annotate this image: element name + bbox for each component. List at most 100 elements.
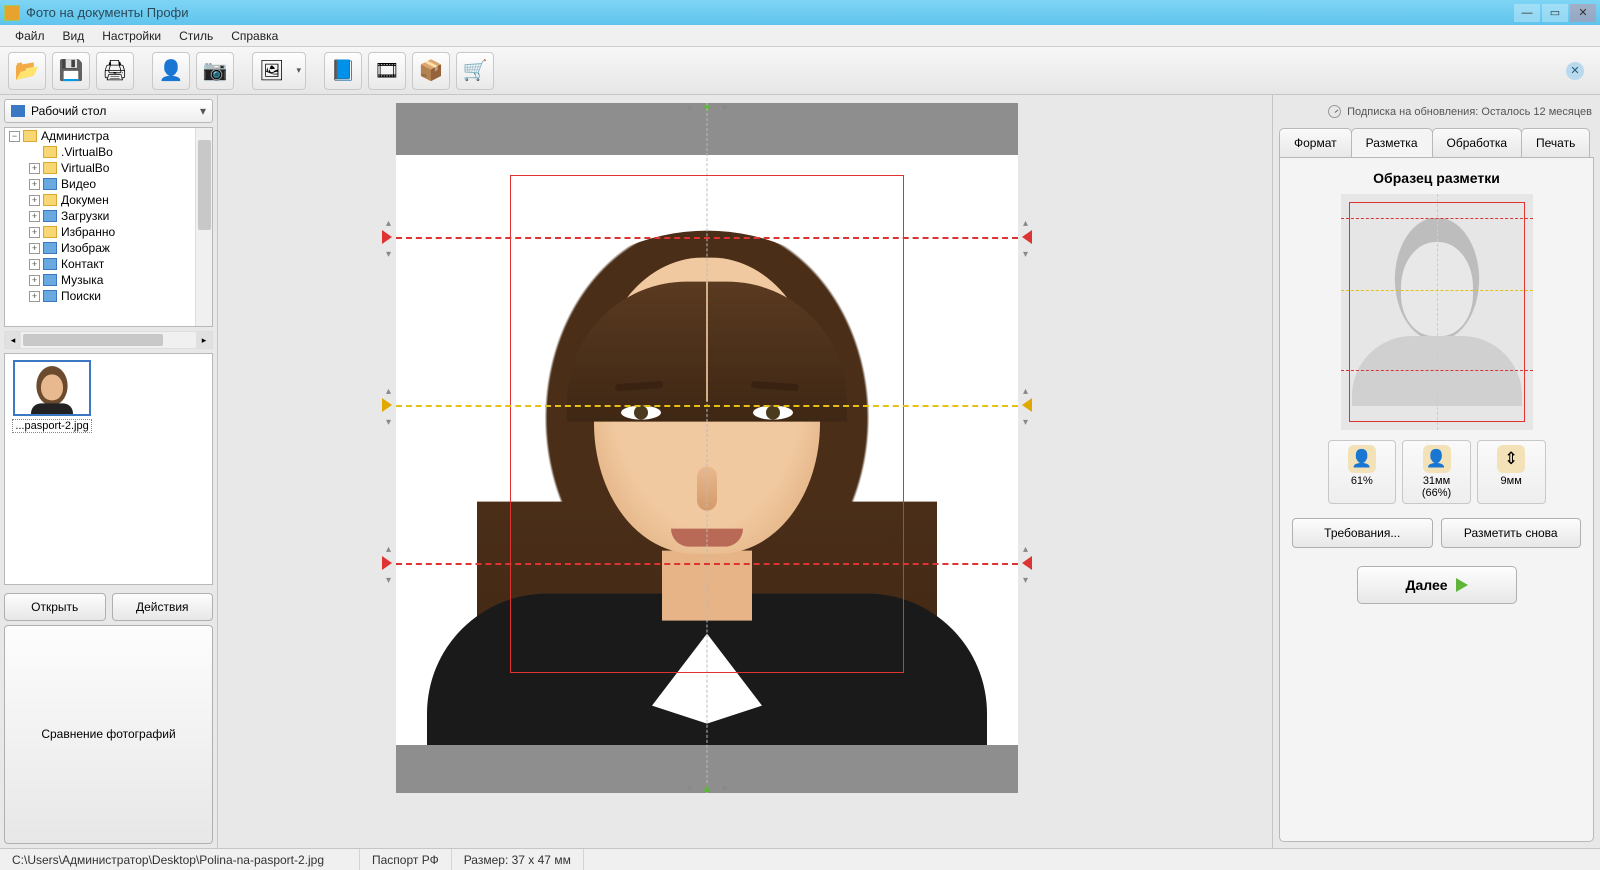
ruler-icon: 👤 (1423, 445, 1451, 473)
chevron-down-icon: ▾ (200, 104, 206, 118)
tree-item[interactable]: +VirtualBo (29, 160, 212, 176)
scrollbar-thumb[interactable] (198, 140, 211, 230)
right-marker-chin[interactable] (1022, 556, 1032, 570)
actions-button[interactable]: Действия (112, 593, 214, 621)
open-file-button[interactable]: Открыть (4, 593, 106, 621)
hscroll-thumb[interactable] (23, 334, 163, 346)
scroll-right-icon[interactable]: ▸ (196, 332, 212, 348)
chin-guide[interactable] (396, 563, 1018, 565)
expand-icon[interactable] (29, 147, 40, 158)
status-path: C:\Users\Администратор\Desktop\Polina-na… (0, 849, 360, 870)
remark-button[interactable]: Разметить снова (1441, 518, 1582, 548)
maximize-button[interactable]: ▭ (1542, 4, 1568, 22)
folder-tree[interactable]: −Администра .VirtualBo+VirtualBo+Видео+Д… (4, 127, 213, 327)
expand-icon[interactable]: + (29, 243, 40, 254)
tree-item-label: Изображ (61, 241, 110, 255)
tree-item[interactable]: + Контакт (29, 256, 212, 272)
photo-canvas[interactable]: ◂ ▼ ▸ (396, 103, 1018, 793)
expand-icon[interactable]: + (29, 227, 40, 238)
tree-item[interactable]: +Видео (29, 176, 212, 192)
app-icon (4, 5, 20, 21)
left-panel: Рабочий стол ▾ −Администра .VirtualBo+Vi… (0, 95, 218, 848)
center-panel: ◂ ▼ ▸ (218, 95, 1272, 848)
help-button[interactable]: 📘 (324, 52, 362, 90)
tree-scrollbar[interactable] (195, 128, 212, 326)
scroll-left-icon[interactable]: ◂ (5, 332, 21, 348)
menu-file[interactable]: Файл (6, 27, 54, 45)
head-icon: 👤 (1348, 445, 1376, 473)
requirements-button[interactable]: Требования... (1292, 518, 1433, 548)
eye-line-guide[interactable] (396, 405, 1018, 407)
tree-item[interactable]: +Избранно (29, 224, 212, 240)
folder-icon (43, 274, 57, 286)
chevron-down-icon: ▾ (296, 65, 301, 76)
location-select[interactable]: Рабочий стол ▾ (4, 99, 213, 123)
metric-head-size[interactable]: 👤31мм (66%) (1402, 440, 1471, 504)
expand-icon[interactable]: + (29, 179, 40, 190)
tree-root[interactable]: Администра (41, 129, 109, 143)
metric-head-ratio[interactable]: 👤61% (1328, 440, 1397, 504)
camera-button[interactable]: 📷 (196, 52, 234, 90)
gallery-dropdown[interactable]: 🖼▾ (252, 52, 306, 90)
thumbnail-image[interactable] (13, 360, 91, 416)
updates-button[interactable]: 📦 (412, 52, 450, 90)
tutorial-button[interactable]: 🎞 (368, 52, 406, 90)
menu-view[interactable]: Вид (54, 27, 94, 45)
close-button[interactable]: ✕ (1570, 4, 1596, 22)
tree-item[interactable]: + Поиски (29, 288, 212, 304)
expand-icon[interactable]: + (29, 291, 40, 302)
tree-hscrollbar[interactable]: ◂ ▸ (4, 331, 213, 349)
menu-help[interactable]: Справка (222, 27, 287, 45)
expand-icon[interactable]: + (29, 259, 40, 270)
film-icon: 🎞 (374, 58, 399, 83)
menu-style[interactable]: Стиль (170, 27, 222, 45)
thumbnail-item[interactable]: ...pasport-2.jpg (11, 360, 93, 433)
print-button[interactable]: 🖨 (96, 52, 134, 90)
tab-processing[interactable]: Обработка (1432, 128, 1523, 157)
right-marker-eye[interactable] (1022, 398, 1032, 412)
folder-icon (43, 146, 57, 158)
tree-item[interactable]: + Загрузки (29, 208, 212, 224)
next-button[interactable]: Далее (1357, 566, 1517, 604)
open-button[interactable]: 📂 (8, 52, 46, 90)
expand-icon[interactable]: + (29, 275, 40, 286)
profile-button[interactable]: 👤 (152, 52, 190, 90)
metric-top-gap[interactable]: ⇕9мм (1477, 440, 1546, 504)
expand-icon[interactable]: + (29, 195, 40, 206)
tree-item-label: Докумен (61, 193, 109, 207)
tree-item-label: Загрузки (61, 209, 109, 223)
tab-markup[interactable]: Разметка (1351, 128, 1433, 157)
tree-item[interactable]: .VirtualBo (29, 144, 212, 160)
tree-item[interactable]: + Докумен (29, 192, 212, 208)
app-title: Фото на документы Профи (26, 5, 1512, 20)
tab-format[interactable]: Формат (1279, 128, 1352, 157)
open-folder-icon: 📂 (15, 58, 40, 83)
tabs: Формат Разметка Обработка Печать (1279, 128, 1594, 157)
right-marker-top[interactable] (1022, 230, 1032, 244)
left-marker-eye[interactable] (382, 398, 392, 412)
dismiss-hint-button[interactable]: ✕ (1566, 62, 1584, 80)
tree-item[interactable]: +Музыка (29, 272, 212, 288)
head-top-guide[interactable] (396, 237, 1018, 239)
camera-icon: 📷 (203, 58, 228, 83)
left-marker-chin[interactable] (382, 556, 392, 570)
compare-photos-button[interactable]: Сравнение фотографий (4, 625, 213, 845)
bottom-handle[interactable]: ◂ ▲ ▸ (700, 781, 714, 795)
minimize-button[interactable]: — (1514, 4, 1540, 22)
tree-item-label: Контакт (61, 257, 104, 271)
left-marker-top[interactable] (382, 230, 392, 244)
next-label: Далее (1405, 577, 1447, 593)
markup-sample (1341, 194, 1533, 430)
menu-settings[interactable]: Настройки (93, 27, 170, 45)
save-button[interactable]: 💾 (52, 52, 90, 90)
metrics: 👤61% 👤31мм (66%) ⇕9мм (1328, 440, 1546, 504)
tree-item-label: Поиски (61, 289, 101, 303)
crop-rectangle[interactable] (510, 175, 904, 673)
expand-icon[interactable]: + (29, 163, 40, 174)
help-book-icon: 📘 (331, 58, 356, 83)
tab-print[interactable]: Печать (1521, 128, 1590, 157)
expand-icon[interactable]: + (29, 211, 40, 222)
status-size: Размер: 37 x 47 мм (452, 849, 584, 870)
cart-button[interactable]: 🛒 (456, 52, 494, 90)
tree-item[interactable]: + Изображ (29, 240, 212, 256)
